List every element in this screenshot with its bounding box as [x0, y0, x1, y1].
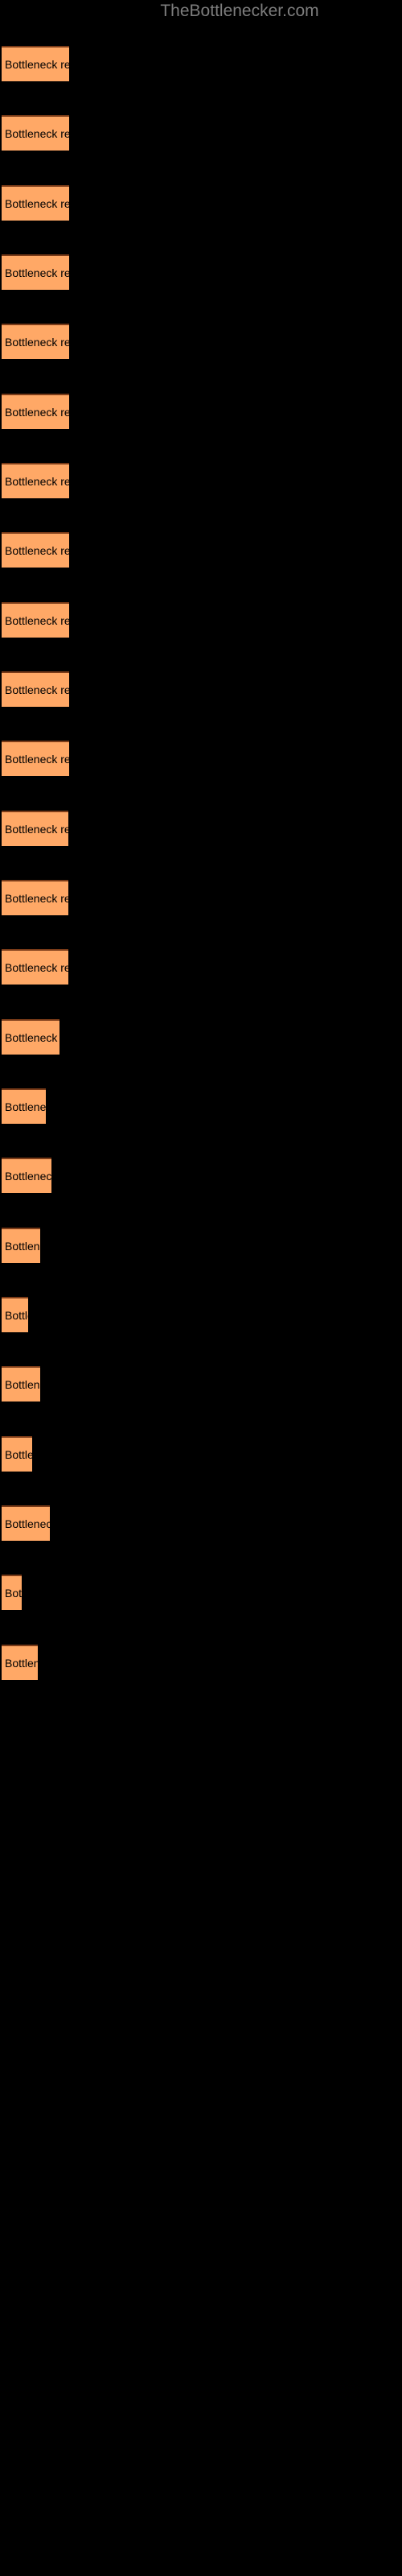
bar-label: Bottleneck result	[5, 1100, 46, 1113]
bar-label: Bottleneck result	[5, 1031, 59, 1044]
bar-label: Bottleneck result	[5, 1378, 40, 1391]
bar[interactable]: Bottleneck result	[2, 46, 69, 81]
bar-label: Bottleneck result	[5, 475, 69, 488]
bar-label: Bottleneck result	[5, 127, 69, 140]
bar-label: Bottleneck result	[5, 1657, 38, 1670]
bar-label: Bottleneck result	[5, 892, 68, 905]
bar[interactable]: Bottleneck result	[2, 1575, 22, 1610]
bar[interactable]: Bottleneck result	[2, 1436, 32, 1472]
bar[interactable]: Bottleneck result	[2, 1088, 46, 1124]
bar-label: Bottleneck result	[5, 823, 68, 836]
bar-label: Bottleneck result	[5, 1517, 50, 1530]
bar[interactable]: Bottleneck result	[2, 949, 68, 985]
bar-label: Bottleneck result	[5, 266, 69, 279]
bar-label: Bottleneck result	[5, 406, 69, 419]
bar[interactable]: Bottleneck result	[2, 671, 69, 707]
bar[interactable]: Bottleneck result	[2, 811, 68, 846]
bar[interactable]: Bottleneck result	[2, 880, 68, 915]
bar-label: Bottleneck result	[5, 614, 69, 627]
bar-label: Bottleneck result	[5, 753, 69, 766]
bar[interactable]: Bottleneck result	[2, 1228, 40, 1263]
bar[interactable]: Bottleneck result	[2, 185, 69, 221]
bar[interactable]: Bottleneck result	[2, 1366, 40, 1402]
bar[interactable]: Bottleneck result	[2, 741, 69, 776]
bar[interactable]: Bottleneck result	[2, 532, 69, 568]
bar-label: Bottleneck result	[5, 197, 69, 210]
bar[interactable]: Bottleneck result	[2, 254, 69, 290]
bar-label: Bottleneck result	[5, 1240, 40, 1253]
bar-label: Bottleneck result	[5, 336, 69, 349]
bar[interactable]: Bottleneck result	[2, 394, 69, 429]
bar-label: Bottleneck result	[5, 683, 69, 696]
bar-label: Bottleneck result	[5, 1587, 22, 1600]
bar[interactable]: Bottleneck result	[2, 1019, 59, 1055]
bar-label: Bottleneck result	[5, 961, 68, 974]
bar-label: Bottleneck result	[5, 1448, 32, 1461]
bar-label: Bottleneck result	[5, 544, 69, 557]
bar[interactable]: Bottleneck result	[2, 602, 69, 638]
bar-label: Bottleneck result	[5, 58, 69, 71]
bar[interactable]: Bottleneck result	[2, 1505, 50, 1541]
bottleneck-bar-chart: Bottleneck result Bottleneck result Bottle…	[0, 0, 402, 2576]
bar[interactable]: Bottleneck result	[2, 1645, 38, 1680]
bar-label: Bottleneck result	[5, 1170, 51, 1183]
bar[interactable]: Bottleneck result	[2, 463, 69, 498]
bar[interactable]: Bottleneck result	[2, 1297, 28, 1332]
bar[interactable]: Bottleneck result	[2, 1158, 51, 1193]
bar[interactable]: Bottleneck result	[2, 324, 69, 359]
bar-label: Bottleneck result	[5, 1309, 28, 1322]
bar[interactable]: Bottleneck result	[2, 115, 69, 151]
